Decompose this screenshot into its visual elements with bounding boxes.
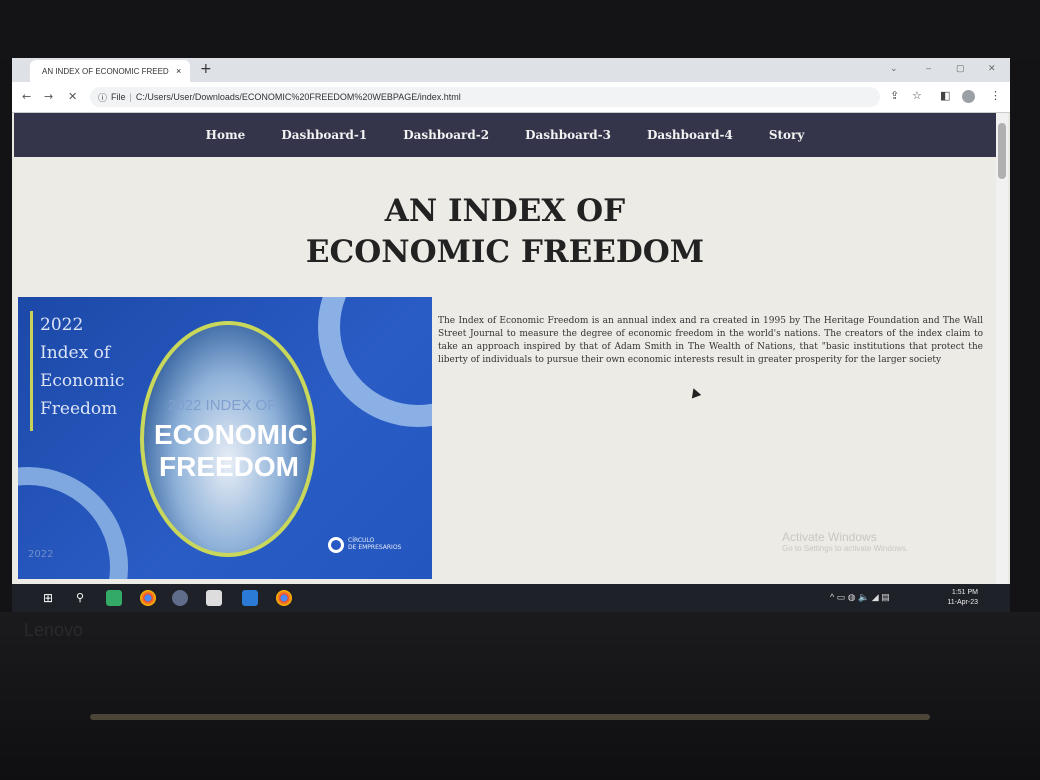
intro-paragraph: The Index of Economic Freedom is an annu…	[438, 316, 983, 365]
hero-left-title: 2022 Index of Economic Freedom	[40, 311, 124, 423]
circulo-logo-icon	[328, 537, 344, 553]
watermark-title: Activate Windows	[782, 530, 877, 544]
tab-title: AN INDEX OF ECONOMIC FREED	[42, 66, 169, 76]
page-title: AN INDEX OF ECONOMIC FREEDOM	[14, 191, 996, 273]
browser-toolbar: ← → ✕ ⓘ File | C:/Users/User/Downloads/E…	[12, 82, 1010, 113]
hero-year: 2022	[28, 549, 54, 560]
windows-taskbar: ⊞ ⚲ ^ ▭ ◍ 🔈 ◢ ▤ 1:51 PM 11-Apr-23	[12, 584, 1010, 612]
clock-time: 1:51 PM	[951, 589, 978, 596]
laptop-bezel	[0, 0, 1040, 60]
accent-bar	[30, 311, 33, 431]
tab-close-icon[interactable]: ×	[176, 66, 190, 76]
profile-icon[interactable]	[962, 90, 975, 103]
hero-title-line: 2022	[40, 315, 84, 335]
chrome-icon[interactable]	[276, 590, 292, 606]
address-bar[interactable]: ⓘ File | C:/Users/User/Downloads/ECONOMI…	[90, 87, 880, 107]
back-icon[interactable]: ←	[22, 90, 31, 103]
web-page: Home Dashboard-1 Dashboard-2 Dashboard-3…	[14, 113, 996, 589]
logo-line: CÍRCULO	[348, 537, 375, 544]
forward-icon[interactable]: →	[44, 90, 53, 103]
menu-icon[interactable]: ⋮	[990, 89, 1001, 102]
laptop-hinge	[90, 714, 930, 720]
brand-logo: Lenovo	[24, 620, 84, 640]
nav-dashboard-2[interactable]: Dashboard-2	[403, 128, 489, 142]
windows-start-icon[interactable]: ⊞	[40, 590, 56, 606]
sidebar-icon[interactable]: ◧	[940, 89, 950, 102]
hero-title-line: Index of	[40, 343, 111, 363]
chrome-icon[interactable]	[140, 590, 156, 606]
logo-line: DE EMPRESARIOS	[348, 544, 402, 551]
scrollbar-thumb[interactable]	[998, 123, 1006, 179]
circulo-logo: CÍRCULO DE EMPRESARIOS	[328, 537, 402, 553]
nav-dashboard-4[interactable]: Dashboard-4	[647, 128, 733, 142]
laptop-body	[0, 612, 1040, 780]
browser-tab[interactable]: AN INDEX OF ECONOMIC FREED ×	[30, 60, 190, 82]
search-icon[interactable]: ⚲	[72, 590, 88, 606]
globe-title-line: ECONOMIC	[154, 419, 308, 450]
screen: AN INDEX OF ECONOMIC FREED × + ⌄ – ▢ ✕ ←…	[12, 58, 1010, 612]
vscode-icon[interactable]	[242, 590, 258, 606]
address-prefix: File	[111, 92, 126, 102]
clock-date: 11-Apr-23	[947, 599, 978, 606]
hero-title-line: Economic	[40, 371, 125, 391]
maximize-icon[interactable]: ▢	[956, 63, 965, 74]
system-tray[interactable]: ^ ▭ ◍ 🔈 ◢ ▤	[830, 592, 890, 603]
mouse-cursor-icon	[688, 386, 702, 399]
stop-icon[interactable]: ✕	[68, 90, 77, 103]
hero-image: 2022 Index of Economic Freedom 2022 INDE…	[18, 297, 432, 579]
tab-strip: AN INDEX OF ECONOMIC FREED × + ⌄ – ▢ ✕	[12, 58, 1010, 82]
close-window-icon[interactable]: ✕	[988, 63, 996, 74]
taskbar-clock[interactable]: 1:51 PM 11-Apr-23	[934, 588, 978, 608]
new-tab-icon[interactable]: +	[200, 61, 212, 77]
decorative-ring	[18, 467, 128, 579]
address-separator: |	[129, 92, 132, 102]
nav-dashboard-3[interactable]: Dashboard-3	[525, 128, 611, 142]
info-icon[interactable]: ⓘ	[98, 91, 107, 104]
page-title-line-1: AN INDEX OF	[384, 193, 626, 229]
site-nav: Home Dashboard-1 Dashboard-2 Dashboard-3…	[14, 113, 996, 157]
watermark-subtitle: Go to Settings to activate Windows.	[782, 544, 909, 553]
globe-title: ECONOMIC FREEDOM	[154, 419, 308, 483]
star-icon[interactable]: ☆	[912, 89, 922, 102]
decorative-ring	[318, 297, 432, 427]
activate-windows-watermark: Activate Windows Go to Settings to activ…	[782, 530, 908, 553]
share-icon[interactable]: ⇪	[890, 89, 899, 102]
globe-title-line: FREEDOM	[159, 451, 299, 482]
nav-story[interactable]: Story	[769, 128, 805, 142]
minimize-icon[interactable]: –	[926, 63, 931, 73]
tab-search-icon[interactable]: ⌄	[890, 63, 898, 74]
nav-dashboard-1[interactable]: Dashboard-1	[281, 128, 367, 142]
app-icon[interactable]	[172, 590, 188, 606]
hero-title-line: Freedom	[40, 399, 118, 419]
page-scrollbar[interactable]	[996, 113, 1008, 589]
url-text: C:/Users/User/Downloads/ECONOMIC%20FREED…	[135, 92, 461, 102]
page-title-line-2: ECONOMIC FREEDOM	[305, 234, 705, 270]
globe-subtitle: 2022 INDEX OF	[168, 397, 277, 414]
nav-home[interactable]: Home	[206, 128, 246, 142]
file-explorer-icon[interactable]	[206, 590, 222, 606]
desktop-app-icon[interactable]	[106, 590, 122, 606]
